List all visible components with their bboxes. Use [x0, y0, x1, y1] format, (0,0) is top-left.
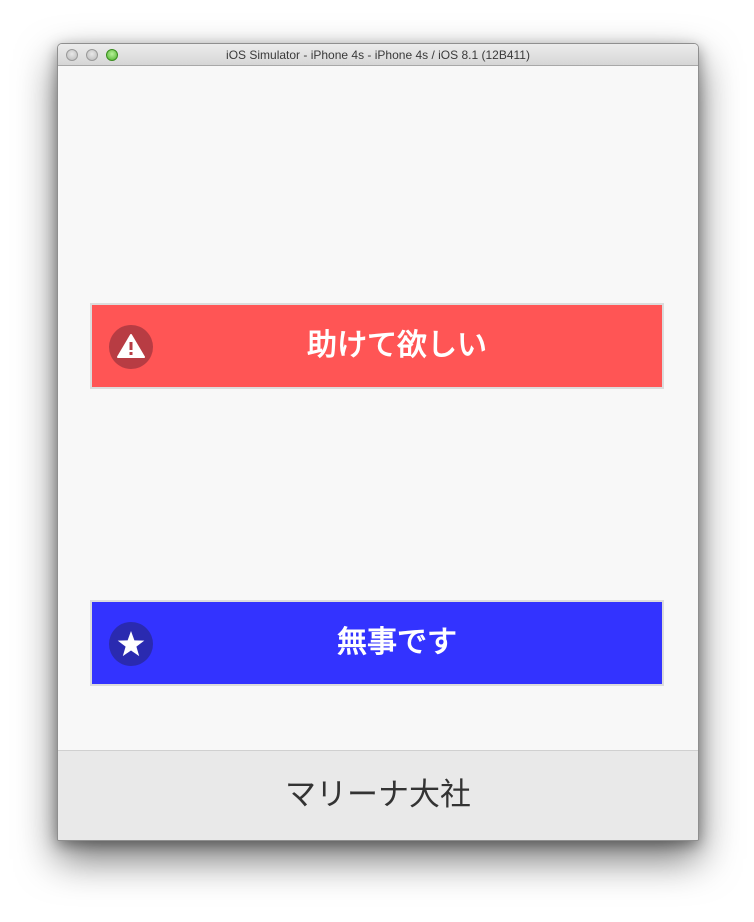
title-bar[interactable]: iOS Simulator - iPhone 4s - iPhone 4s / …: [58, 44, 698, 66]
need-help-label: 助けて欲しい: [307, 328, 487, 363]
bottom-bar: マリーナ大社: [58, 750, 698, 840]
im-safe-label: 無事です: [337, 625, 457, 660]
location-label: マリーナ大社: [285, 777, 471, 813]
app-screen: 助けて欲しい 無事です: [58, 66, 698, 750]
window-title: iOS Simulator - iPhone 4s - iPhone 4s / …: [226, 48, 530, 62]
need-help-button[interactable]: 助けて欲しい: [90, 303, 664, 389]
im-safe-button[interactable]: 無事です: [90, 600, 664, 686]
simulator-window: iOS Simulator - iPhone 4s - iPhone 4s / …: [57, 43, 699, 841]
